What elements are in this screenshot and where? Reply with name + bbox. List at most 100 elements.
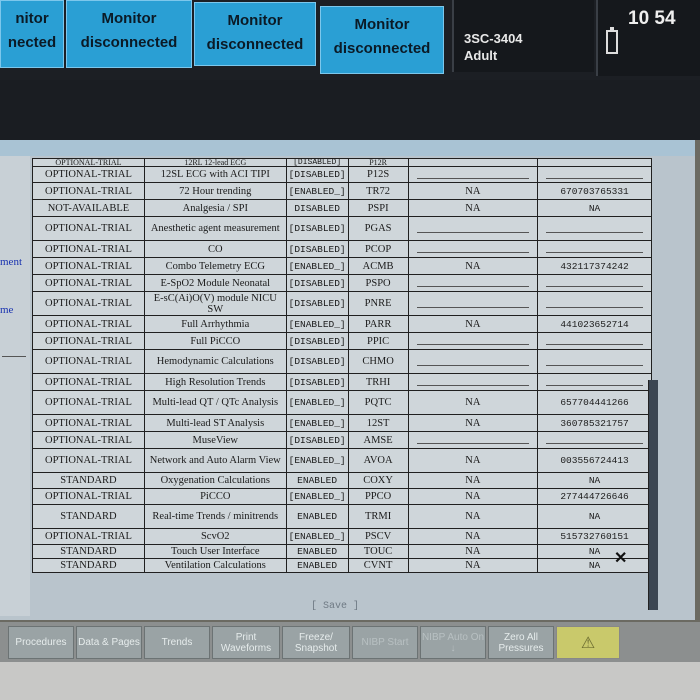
save-button[interactable]: [ Save ] (310, 601, 360, 612)
option-cell: 12SL ECG with ACI TIPI (143, 166, 287, 183)
table-row[interactable]: OPTIONAL-TRIAL Anesthetic agent measureme… (32, 216, 652, 241)
status-field-cell: NA (407, 315, 539, 333)
table-row[interactable]: STANDARD Touch User Interface ENABLED TOUC N… (32, 544, 652, 559)
option-cell: 12RL 12-lead ECG (143, 158, 287, 167)
license-cell: [DISABLED] (285, 158, 349, 167)
option-cell: MuseView (143, 431, 287, 449)
table-row[interactable]: OPTIONAL-TRIAL Combo Telemetry ECG [ENABLE… (32, 257, 652, 275)
monitor-tab-1[interactable]: nitor nected (0, 0, 64, 68)
toolbar-button[interactable]: Procedures (8, 626, 74, 659)
license-cell: [ENABLED_] (285, 182, 349, 200)
option-cell: Oxygenation Calculations (143, 472, 287, 489)
license-cell: DISABLED (285, 199, 349, 217)
close-icon[interactable]: ✕ (614, 548, 627, 568)
license-cell: [ENABLED_] (285, 315, 349, 333)
monitor-tab-line2: disconnected (80, 34, 178, 51)
code-cell: 12ST (347, 414, 409, 432)
status-cell: OPTIONAL-TRIAL (32, 257, 145, 275)
license-cell: [DISABLED] (285, 216, 349, 241)
status-cell: OPTIONAL-TRIAL (32, 431, 145, 449)
entry-line (546, 337, 643, 345)
option-cell: Touch User Interface (143, 544, 287, 559)
entry-line (546, 436, 643, 444)
table-row[interactable]: OPTIONAL-TRIAL Network and Auto Alarm Vie… (32, 448, 652, 473)
table-row[interactable]: STANDARD Real-time Trends / minitrends ENA… (32, 504, 652, 529)
table-row[interactable]: OPTIONAL-TRIAL MuseView [DISABLED] AMSE (32, 431, 652, 449)
status-field-cell: NA (407, 182, 539, 200)
alarm-silence-button[interactable]: ⚠ (556, 626, 620, 659)
key-cell (537, 216, 652, 241)
license-cell: [DISABLED] (285, 274, 349, 292)
entry-line (546, 279, 643, 287)
option-cell: CO (143, 240, 287, 258)
toolbar-button[interactable]: Zero All Pressures (488, 626, 554, 659)
table-row[interactable]: OPTIONAL-TRIAL High Resolution Trends [DIS… (32, 373, 652, 391)
table-row[interactable]: OPTIONAL-TRIAL 12SL ECG with ACI TIPI [DIS… (32, 166, 652, 183)
table-row[interactable]: OPTIONAL-TRIAL 12RL 12-lead ECG [DISABLED]… (32, 158, 652, 167)
toolbar-button[interactable]: Print Waveforms (212, 626, 280, 659)
toolbar-button[interactable]: Freeze/ Snapshot (282, 626, 350, 659)
table-row[interactable]: OPTIONAL-TRIAL 72 Hour trending [ENABLED_]… (32, 182, 652, 200)
license-cell: [ENABLED_] (285, 528, 349, 545)
monitor-tab-4[interactable]: Monitor disconnected (320, 6, 444, 74)
status-cell: OPTIONAL-TRIAL (32, 349, 145, 374)
table-row[interactable]: OPTIONAL-TRIAL CO [DISABLED] PCOP (32, 240, 652, 258)
patient-info[interactable]: 3SC-3404 Adult (452, 0, 594, 72)
status-field-cell (407, 431, 539, 449)
code-cell: PNRE (347, 291, 409, 316)
code-cell: P12R (347, 158, 409, 167)
left-menu: ment me (0, 156, 30, 616)
status-cell: OPTIONAL-TRIAL (32, 315, 145, 333)
toolbar-button[interactable]: NIBP Auto On ↓ (420, 626, 486, 659)
table-row[interactable]: OPTIONAL-TRIAL Full PiCCO [DISABLED] PPIC (32, 332, 652, 350)
option-cell: Multi-lead QT / QTc Analysis (143, 390, 287, 415)
monitor-tab-line1: Monitor (101, 10, 157, 27)
left-menu-fragment[interactable]: me (0, 304, 13, 316)
monitor-tab-3[interactable]: Monitor disconnected (194, 2, 316, 66)
code-cell: ACMB (347, 257, 409, 275)
table-row[interactable]: OPTIONAL-TRIAL ScvO2 [ENABLED_] PSCV NA 51573… (32, 528, 652, 545)
status-cell: OPTIONAL-TRIAL (32, 216, 145, 241)
key-cell (537, 240, 652, 258)
patient-id: 3SC-3404 (464, 31, 523, 46)
status-field-cell: NA (407, 504, 539, 529)
monitor-tab-line2: nected (7, 34, 57, 51)
table-row[interactable]: OPTIONAL-TRIAL PiCCO [ENABLED_] PPCO NA 27744… (32, 488, 652, 505)
license-cell: ENABLED (285, 472, 349, 489)
table-row[interactable]: OPTIONAL-TRIAL E-SpO2 Module Neonatal [DIS… (32, 274, 652, 292)
toolbar-button[interactable]: NIBP Start (352, 626, 418, 659)
status-cell: STANDARD (32, 544, 145, 559)
key-cell: 515732760151 (537, 528, 652, 545)
license-cell: [ENABLED_] (285, 414, 349, 432)
status-cell: STANDARD (32, 504, 145, 529)
status-cell: OPTIONAL-TRIAL (32, 274, 145, 292)
toolbar-button[interactable]: Data & Pages (76, 626, 142, 659)
table-row[interactable]: OPTIONAL-TRIAL Multi-lead ST Analysis [ENA… (32, 414, 652, 432)
key-cell: NA (537, 199, 652, 217)
status-cell: NOT-AVAILABLE (32, 199, 145, 217)
monitor-bezel (0, 662, 700, 700)
license-cell: [DISABLED] (285, 349, 349, 374)
monitor-tab-line2: disconnected (206, 36, 304, 53)
table-row[interactable]: STANDARD Oxygenation Calculations ENABLED C… (32, 472, 652, 489)
scrollbar[interactable] (648, 380, 658, 610)
status-field-cell: NA (407, 558, 539, 573)
option-cell: Analgesia / SPI (143, 199, 287, 217)
table-row[interactable]: OPTIONAL-TRIAL Hemodynamic Calculations [D… (32, 349, 652, 374)
table-row[interactable]: OPTIONAL-TRIAL E-sC(Ai)O(V) module NICU S… (32, 291, 652, 316)
toolbar-button[interactable]: Trends (144, 626, 210, 659)
left-menu-fragment[interactable]: ment (0, 256, 22, 268)
entry-line (416, 279, 530, 287)
monitor-tab-2[interactable]: Monitor disconnected (66, 0, 192, 68)
status-field-cell: NA (407, 528, 539, 545)
code-cell: TR72 (347, 182, 409, 200)
key-cell (537, 332, 652, 350)
table-row[interactable]: STANDARD Ventilation Calculations ENABLED C… (32, 558, 652, 573)
entry-line (416, 436, 530, 444)
table-row[interactable]: NOT-AVAILABLE Analgesia / SPI DISABLED PSPI… (32, 199, 652, 217)
table-row[interactable]: OPTIONAL-TRIAL Full Arrhythmia [ENABLED_] P… (32, 315, 652, 333)
status-cell: OPTIONAL-TRIAL (32, 488, 145, 505)
table-row[interactable]: OPTIONAL-TRIAL Multi-lead QT / QTc Analys… (32, 390, 652, 415)
key-cell: NA (537, 504, 652, 529)
status-cell: OPTIONAL-TRIAL (32, 240, 145, 258)
